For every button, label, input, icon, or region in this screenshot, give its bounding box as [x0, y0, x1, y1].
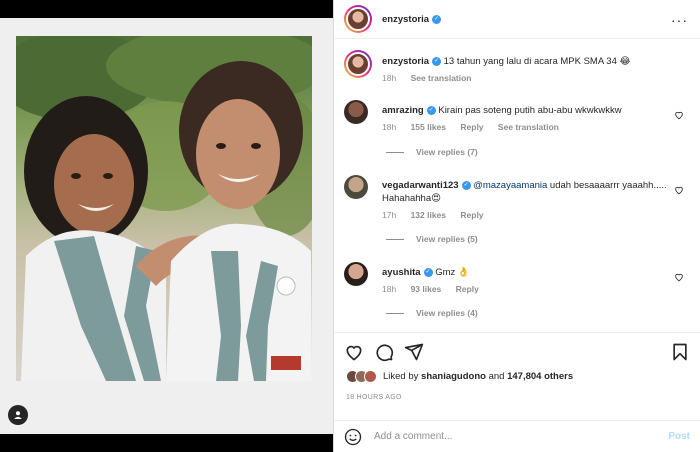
view-replies-label[interactable]: View replies (7) — [416, 147, 478, 157]
heart-icon[interactable] — [344, 342, 364, 362]
see-translation-link[interactable]: See translation — [411, 73, 472, 83]
view-replies-button[interactable]: View replies (7) — [386, 147, 478, 157]
liker-avatar — [364, 370, 377, 383]
commenter-avatar[interactable] — [344, 262, 368, 286]
comment-text: Gmz 👌 — [435, 267, 470, 278]
post-timestamp[interactable]: 18 HOURS AGO — [346, 394, 402, 401]
reply-button[interactable]: Reply — [460, 210, 483, 220]
liked-by-joiner: and — [488, 371, 505, 382]
more-options-icon[interactable]: ··· — [671, 12, 688, 28]
verified-icon: ✓ — [423, 267, 433, 277]
comment-username[interactable]: vegadarwanti123 — [382, 180, 459, 191]
caption-text: 13 tahun yang lalu di acara MPK SMA 34 😂 — [443, 56, 631, 67]
commenter-avatar[interactable] — [344, 175, 368, 199]
comment-username[interactable]: amrazing — [382, 105, 424, 116]
like-comment-icon[interactable] — [674, 272, 684, 282]
caption-time[interactable]: 18h — [382, 73, 396, 83]
verified-icon: ✓ — [432, 56, 441, 66]
post-media — [0, 0, 333, 452]
like-comment-icon[interactable] — [674, 110, 684, 120]
comment-likes[interactable]: 155 likes — [411, 122, 446, 132]
bookmark-icon[interactable] — [670, 342, 690, 362]
view-replies-button[interactable]: View replies (5) — [386, 234, 478, 244]
comment-input[interactable] — [374, 431, 669, 442]
author-avatar[interactable] — [344, 50, 372, 78]
comment-time[interactable]: 18h — [382, 122, 396, 132]
view-replies-label[interactable]: View replies (4) — [416, 308, 478, 318]
author-username[interactable]: enzystoria — [382, 14, 429, 25]
liker-avatars[interactable] — [346, 370, 377, 383]
divider-line — [386, 312, 404, 314]
view-replies-button[interactable]: View replies (4) — [386, 308, 478, 318]
comment-time[interactable]: 18h — [382, 284, 396, 294]
comment-icon[interactable] — [374, 342, 394, 362]
reply-button[interactable]: Reply — [456, 284, 479, 294]
caption-username[interactable]: enzystoria — [382, 56, 429, 67]
share-icon[interactable] — [404, 342, 424, 362]
liked-by-user[interactable]: shaniagudono — [421, 371, 486, 382]
see-translation-link[interactable]: See translation — [498, 122, 559, 132]
mention-link[interactable]: @mazayaamania — [473, 180, 547, 191]
commenter-avatar[interactable] — [344, 100, 368, 124]
polaroid-frame — [0, 18, 333, 434]
comment-composer: Post — [334, 420, 700, 452]
post-header: enzystoria ✓ ··· — [334, 0, 700, 39]
action-bar — [334, 332, 700, 372]
reply-button[interactable]: Reply — [460, 122, 483, 132]
verified-icon: ✓ — [461, 180, 471, 190]
post-photo[interactable] — [16, 36, 312, 381]
comment-text: Kirain pas soteng putih abu-abu wkwkwkkw — [438, 105, 622, 116]
comments-list: enzystoria ✓ 13 tahun yang lalu di acara … — [334, 40, 700, 332]
post-side-panel: enzystoria ✓ ··· enzystoria ✓ 13 tahun yan… — [333, 0, 700, 452]
likes-summary: Liked by shaniagudono and 147,804 others — [346, 370, 573, 383]
divider-line — [386, 238, 404, 240]
verified-icon: ✓ — [432, 14, 441, 24]
like-comment-icon[interactable] — [674, 185, 684, 195]
tagged-user-icon[interactable] — [8, 405, 28, 425]
emoji-icon[interactable] — [344, 428, 362, 446]
comment-username[interactable]: ayushita — [382, 267, 421, 278]
comment-likes[interactable]: 132 likes — [411, 210, 446, 220]
verified-icon: ✓ — [426, 105, 436, 115]
liked-by-count[interactable]: 147,804 others — [507, 371, 573, 382]
liked-by-prefix: Liked by — [383, 371, 419, 382]
author-avatar[interactable] — [344, 5, 372, 33]
post-button[interactable]: Post — [668, 431, 690, 442]
view-replies-label[interactable]: View replies (5) — [416, 234, 478, 244]
divider-line — [386, 151, 404, 153]
comment-time[interactable]: 17h — [382, 210, 396, 220]
comment-likes[interactable]: 93 likes — [411, 284, 442, 294]
